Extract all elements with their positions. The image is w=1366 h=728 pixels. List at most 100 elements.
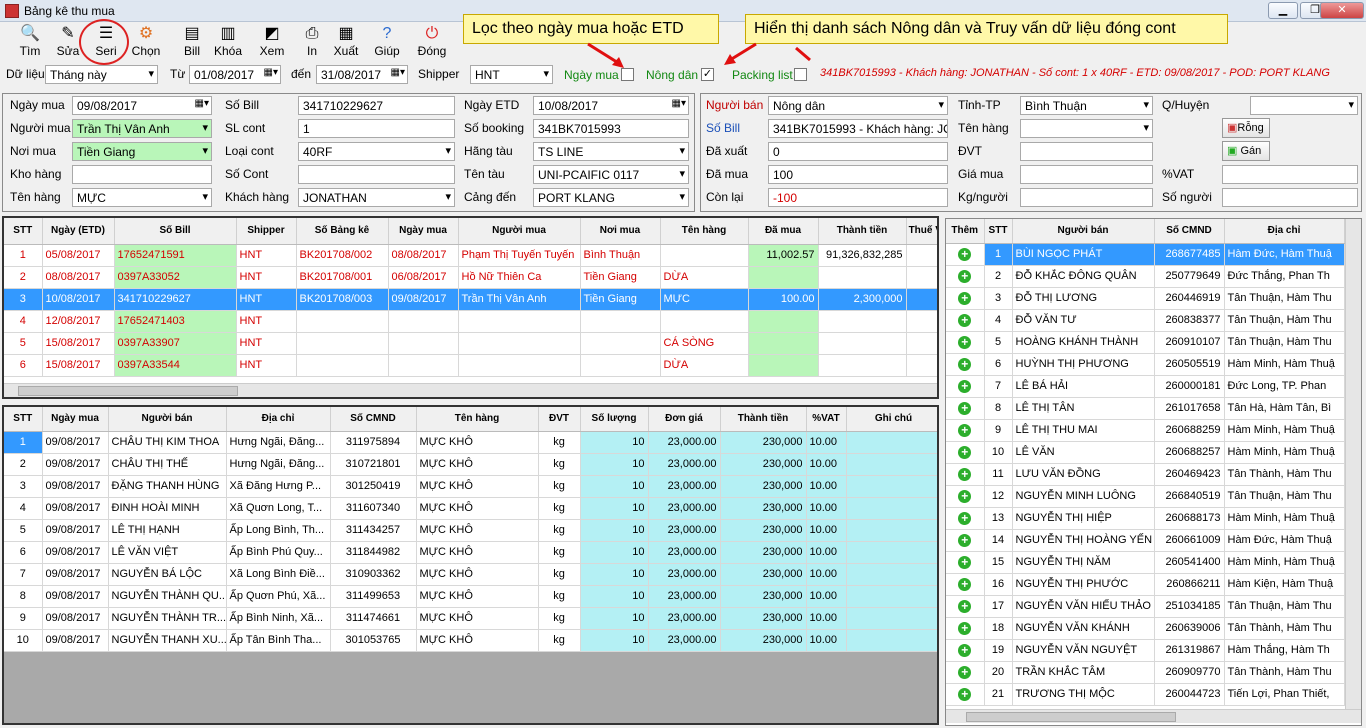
table-cell[interactable]: 05/08/2017	[42, 244, 115, 267]
table-cell[interactable]: 09/08/2017	[42, 563, 109, 586]
table-cell[interactable]	[818, 266, 907, 289]
table-cell[interactable]: 18	[984, 617, 1013, 640]
column-header[interactable]: Shipper	[236, 218, 297, 245]
table-cell[interactable]	[906, 244, 937, 267]
column-header[interactable]: Người mua	[458, 218, 581, 245]
table-cell[interactable]	[846, 431, 937, 454]
table-cell[interactable]: kg	[538, 585, 581, 608]
table-cell[interactable]: 6	[4, 541, 43, 564]
table-cell[interactable]: 0397A33544	[114, 354, 237, 377]
table-cell[interactable]	[458, 354, 581, 377]
table-cell[interactable]: 23,000.00	[648, 541, 721, 564]
table-row[interactable]: +4 ĐỖ VĂN TƯ 260838377 Tân Thuận, Hàm Thu	[946, 309, 1345, 332]
column-header[interactable]: Thuế VA	[906, 218, 937, 245]
quan-field[interactable]	[1250, 96, 1358, 115]
table-cell[interactable]: Hàm Thắng, Hàm Th	[1224, 639, 1345, 662]
add-farmer-button[interactable]: +	[946, 529, 985, 552]
table-cell[interactable]: 260661009	[1154, 529, 1225, 552]
table-cell[interactable]: 260838377	[1154, 309, 1225, 332]
table-cell[interactable]: Ấp Quơn Phú, Xã...	[226, 585, 331, 608]
table-cell[interactable]: 10.00	[806, 431, 847, 454]
table-row[interactable]: 2 08/08/2017 0397A33052 HNT BK201708/001 06/0…	[4, 266, 937, 289]
table-cell[interactable]: Hồ Nữ Thiên Ca	[458, 266, 581, 289]
table-row[interactable]: 10 09/08/2017 NGUYỄN THANH XU... Ấp Tân Bìn…	[4, 629, 937, 652]
table-cell[interactable]: 260909770	[1154, 661, 1225, 684]
toolbar-6-button[interactable]: ◩ Xem	[252, 24, 292, 60]
toolbar-5-button[interactable]: ▥ Khóa	[208, 24, 248, 60]
table-cell[interactable]: kg	[538, 563, 581, 586]
table-cell[interactable]: 17652471403	[114, 310, 237, 333]
table-cell[interactable]: Tiền Giang	[580, 266, 661, 289]
add-farmer-button[interactable]: +	[946, 617, 985, 640]
table-cell[interactable]: 19	[984, 639, 1013, 662]
table-cell[interactable]: MỰC KHÔ	[416, 475, 539, 498]
table-row[interactable]: +18 NGUYỄN VĂN KHÁNH 260639006 Tân Thành, H…	[946, 617, 1345, 640]
table-cell[interactable]: 268677485	[1154, 243, 1225, 266]
table-cell[interactable]: 250779649	[1154, 265, 1225, 288]
table-cell[interactable]	[846, 607, 937, 630]
damua-field[interactable]: 100	[768, 165, 948, 184]
table-cell[interactable]: 11,002.57	[748, 244, 819, 267]
table-cell[interactable]: 23,000.00	[648, 563, 721, 586]
table-cell[interactable]: 3	[984, 287, 1013, 310]
table-cell[interactable]: 21	[984, 683, 1013, 706]
toolbar-0-button[interactable]: 🔍 Tìm	[10, 24, 50, 60]
table-cell[interactable]: 7	[984, 375, 1013, 398]
table-cell[interactable]: Tân Thuận, Hàm Thu	[1224, 595, 1345, 618]
table-cell[interactable]: NGUYỄN THỊ HOÀNG YẾN	[1012, 529, 1155, 552]
socont-field[interactable]	[298, 165, 455, 184]
toolbar-9-button[interactable]: ? Giúp	[367, 24, 407, 60]
table-cell[interactable]: 12/08/2017	[42, 310, 115, 333]
table-cell[interactable]: 17	[984, 595, 1013, 618]
table-cell[interactable]: 311499653	[330, 585, 417, 608]
ngayetd-field[interactable]: 10/08/2017	[533, 96, 689, 115]
table-cell[interactable]: 260910107	[1154, 331, 1225, 354]
empty-button[interactable]: ▣Rỗng	[1222, 118, 1270, 138]
toolbar-8-button[interactable]: ▦ Xuất	[326, 24, 366, 60]
table-cell[interactable]: 91,326,832,285	[818, 244, 907, 267]
table-cell[interactable]: 311474661	[330, 607, 417, 630]
farmer-grid-vscroll[interactable]	[1345, 219, 1361, 709]
table-cell[interactable]: 09/08/2017	[42, 541, 109, 564]
table-row[interactable]: +20 TRẦN KHẮC TÂM 260909770 Tân Thành, Hàm …	[946, 661, 1345, 684]
table-cell[interactable]: Bình Thuận	[580, 244, 661, 267]
table-cell[interactable]: MỰC KHÔ	[416, 431, 539, 454]
column-header[interactable]: Thành tiền	[720, 407, 807, 432]
table-cell[interactable]: Hàm Minh, Hàm Thuậ	[1224, 353, 1345, 376]
table-cell[interactable]: 230,000	[720, 563, 807, 586]
table-cell[interactable]: NGUYỄN THÀNH TR...	[108, 607, 227, 630]
table-row[interactable]: 1 09/08/2017 CHÂU THỊ KIM THOA Hưng Ngãi, Đ…	[4, 431, 937, 454]
table-cell[interactable]: 311607340	[330, 497, 417, 520]
table-cell[interactable]: 266840519	[1154, 485, 1225, 508]
conlai-field[interactable]: -100	[768, 188, 948, 207]
songuoi-field[interactable]	[1222, 188, 1358, 207]
table-cell[interactable]: HNT	[236, 266, 297, 289]
table-cell[interactable]: 261319867	[1154, 639, 1225, 662]
table-cell[interactable]: NGUYỄN VĂN KHÁNH	[1012, 617, 1155, 640]
from-date-picker[interactable]: 01/08/2017	[189, 65, 281, 84]
table-row[interactable]: +21 TRƯƠNG THỊ MỘC 260044723 Tiến Lợi, Phan…	[946, 683, 1345, 706]
table-cell[interactable]: HUỲNH THỊ PHƯƠNG	[1012, 353, 1155, 376]
table-cell[interactable]: Tân Thuận, Hàm Thu	[1224, 485, 1345, 508]
table-cell[interactable]: 2,300,000	[818, 288, 907, 311]
table-cell[interactable]	[846, 629, 937, 652]
table-cell[interactable]: 230,000	[720, 453, 807, 476]
table-cell[interactable]: 6	[984, 353, 1013, 376]
table-cell[interactable]: NGUYỄN VĂN HIẾU THẢO	[1012, 595, 1155, 618]
table-cell[interactable]: Hàm Minh, Hàm Thuậ	[1224, 551, 1345, 574]
table-cell[interactable]: 17652471591	[114, 244, 237, 267]
table-cell[interactable]: 15/08/2017	[42, 354, 115, 377]
table-cell[interactable]: 4	[4, 310, 43, 333]
add-farmer-button[interactable]: +	[946, 419, 985, 442]
table-cell[interactable]: 10.00	[806, 563, 847, 586]
table-cell[interactable]: 301250419	[330, 475, 417, 498]
table-cell[interactable]: 5	[4, 332, 43, 355]
table-cell[interactable]: 251034185	[1154, 595, 1225, 618]
table-row[interactable]: +15 NGUYỄN THỊ NĂM 260541400 Hàm Minh, Hàm …	[946, 551, 1345, 574]
table-cell[interactable]	[818, 332, 907, 355]
ngaymua-checkbox[interactable]	[621, 68, 634, 81]
table-row[interactable]: +1 BÙI NGỌC PHÁT 268677485 Hàm Đức, Hàm Thu…	[946, 243, 1345, 266]
table-cell[interactable]: 4	[984, 309, 1013, 332]
table-cell[interactable]: 15/08/2017	[42, 332, 115, 355]
nguoimua-field[interactable]: Trần Thị Vân Anh	[72, 119, 212, 138]
